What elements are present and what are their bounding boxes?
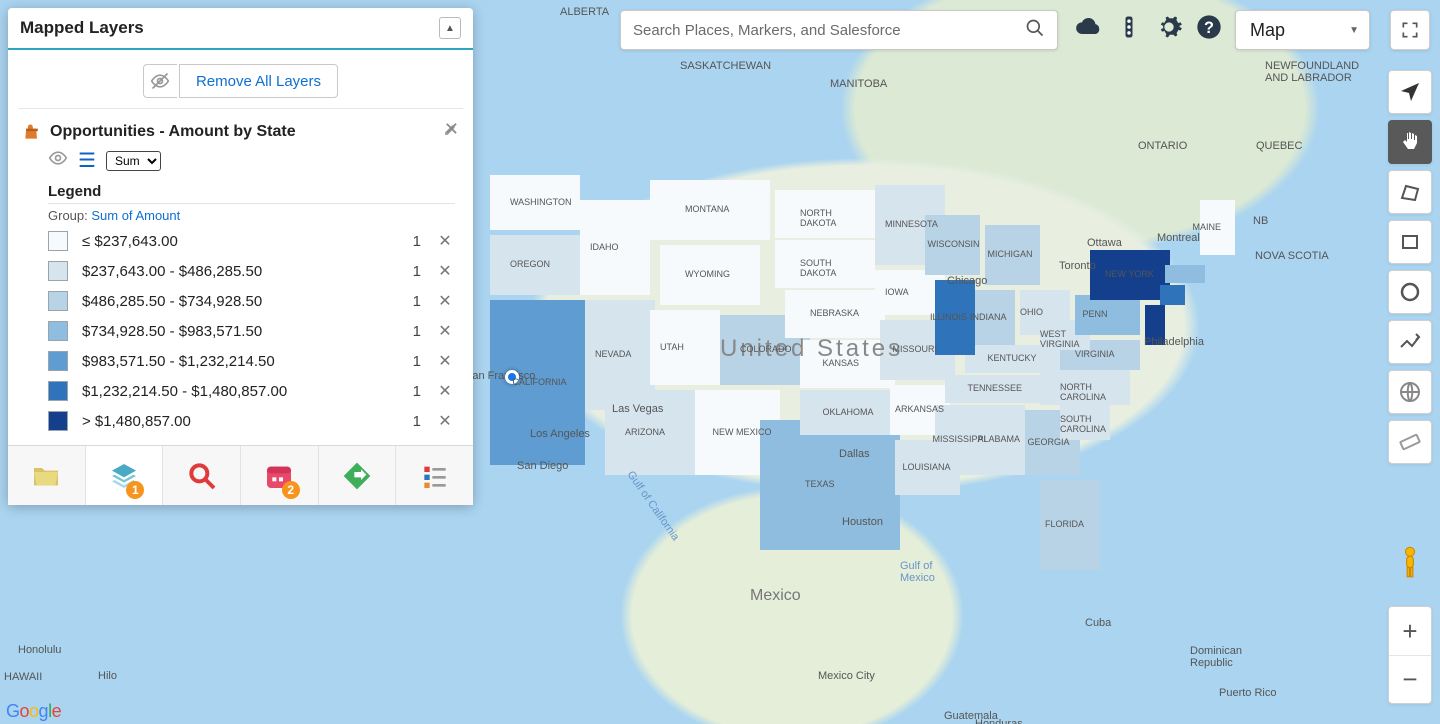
legend-remove-button[interactable]: ✕ [435,291,455,311]
search-input[interactable] [633,22,1017,39]
legend-row: $983,571.50 - $1,232,214.50 1 ✕ [48,351,455,371]
layer-header-row: Opportunities - Amount by State ✕ [8,109,473,148]
legend-remove-button[interactable]: ✕ [435,321,455,341]
legend-swatch [48,351,68,371]
legend-count: 1 [403,353,421,370]
legend-range: $486,285.50 - $734,928.50 [82,293,389,310]
legend-row: ≤ $237,643.00 1 ✕ [48,231,455,251]
legend-range: $237,643.00 - $486,285.50 [82,263,389,280]
layer-visibility-toggle[interactable] [48,148,68,173]
legend-swatch [48,291,68,311]
legend-range: $734,928.50 - $983,571.50 [82,323,389,340]
legend-range: > $1,480,857.00 [82,413,389,430]
legend-row: $237,643.00 - $486,285.50 1 ✕ [48,261,455,281]
tab-search[interactable] [163,446,241,505]
tab-legend[interactable] [396,446,473,505]
globe-button[interactable] [1388,370,1432,414]
legend-range: ≤ $237,643.00 [82,233,389,250]
layers-panel: Mapped Layers ▲ Remove All Layers Opport… [8,8,473,505]
panel-header: Mapped Layers ▲ [8,8,473,50]
help-icon[interactable]: ? [1192,10,1226,44]
panel-tabbar: 1 2 [8,445,473,505]
panel-actions: Remove All Layers [8,50,473,108]
ruler-button[interactable] [1388,420,1432,464]
legend-title: Legend [48,183,455,204]
legend-swatch [48,261,68,281]
search-icon[interactable] [1025,18,1045,43]
legend-count: 1 [403,413,421,430]
schedule-badge: 2 [282,481,300,499]
zoom-control: + − [1388,606,1432,704]
legend-group-link[interactable]: Sum of Amount [91,208,180,223]
cloud-icon[interactable] [1072,10,1106,44]
freehand-draw-button[interactable] [1388,320,1432,364]
rectangle-draw-button[interactable] [1388,220,1432,264]
panel-title: Mapped Layers [20,18,144,38]
legend-count: 1 [403,323,421,340]
legend: Legend Group: Sum of Amount ≤ $237,643.0… [8,173,473,445]
fullscreen-button[interactable] [1390,10,1430,50]
pan-tool-button[interactable] [1388,120,1432,164]
list-view-button[interactable]: ☰ [78,151,96,171]
remove-all-layers-button[interactable]: Remove All Layers [179,64,338,98]
legend-count: 1 [403,383,421,400]
legend-count: 1 [403,233,421,250]
tab-layers[interactable]: 1 [86,446,164,505]
legend-remove-button[interactable]: ✕ [435,381,455,401]
polygon-draw-button[interactable] [1388,170,1432,214]
gear-icon[interactable] [1152,10,1186,44]
google-logo: Google [6,701,61,722]
legend-swatch [48,411,68,431]
search-bar[interactable] [620,10,1058,50]
legend-row: $734,928.50 - $983,571.50 1 ✕ [48,321,455,341]
svg-text:?: ? [1204,19,1214,37]
legend-range: $983,571.50 - $1,232,214.50 [82,353,389,370]
legend-swatch [48,231,68,251]
legend-count: 1 [403,263,421,280]
top-toolbar: ? [1072,10,1226,44]
remove-layer-button[interactable]: ✕ [444,119,459,140]
traffic-icon[interactable] [1112,10,1146,44]
circle-draw-button[interactable] [1388,270,1432,314]
tab-schedule[interactable]: 2 [241,446,319,505]
legend-range: $1,232,214.50 - $1,480,857.00 [82,383,389,400]
layer-tools-row: ☰ Sum [8,148,473,173]
map-type-selector[interactable]: Map ▼ [1235,10,1370,50]
legend-remove-button[interactable]: ✕ [435,411,455,431]
legend-row: $1,232,214.50 - $1,480,857.00 1 ✕ [48,381,455,401]
legend-row: > $1,480,857.00 1 ✕ [48,411,455,431]
layers-badge: 1 [126,481,144,499]
aggregate-select[interactable]: Sum [106,151,161,171]
legend-remove-button[interactable]: ✕ [435,351,455,371]
legend-swatch [48,381,68,401]
locate-me-button[interactable] [1388,70,1432,114]
collapse-panel-button[interactable]: ▲ [439,17,461,39]
legend-remove-button[interactable]: ✕ [435,261,455,281]
legend-count: 1 [403,293,421,310]
legend-swatch [48,321,68,341]
map-type-label: Map [1250,20,1285,41]
tab-folders[interactable] [8,446,86,505]
tab-routes[interactable] [319,446,397,505]
caret-down-icon: ▼ [1349,25,1359,36]
legend-group: Group: Sum of Amount [48,208,455,223]
toggle-visibility-button[interactable] [143,64,177,98]
opportunity-icon [22,122,42,142]
pegman-icon[interactable] [1392,542,1428,582]
current-location-dot [505,370,519,384]
zoom-in-button[interactable]: + [1389,607,1431,655]
legend-row: $486,285.50 - $734,928.50 1 ✕ [48,291,455,311]
zoom-out-button[interactable]: − [1389,655,1431,703]
right-tool-rail [1388,70,1432,464]
layer-title: Opportunities - Amount by State [50,123,435,141]
legend-remove-button[interactable]: ✕ [435,231,455,251]
